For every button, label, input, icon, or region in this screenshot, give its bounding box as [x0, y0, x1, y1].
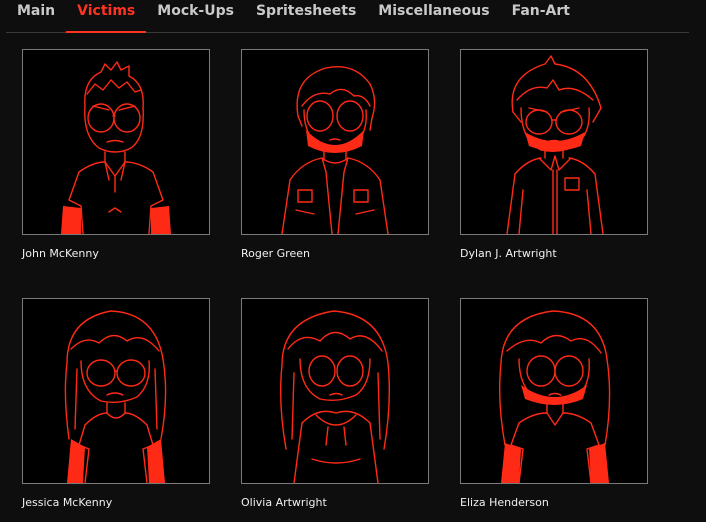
- gallery-card-jessica-mckenny[interactable]: Jessica McKenny: [22, 298, 210, 509]
- character-portrait-eliza-henderson[interactable]: [460, 298, 648, 484]
- character-name: Jessica McKenny: [22, 496, 113, 509]
- gallery-card-dylan-artwright[interactable]: Dylan J. Artwright: [460, 49, 648, 260]
- gallery-card-roger-green[interactable]: Roger Green: [241, 49, 429, 260]
- character-portrait-john-mckenny[interactable]: [22, 49, 210, 235]
- gallery-card-olivia-artwright[interactable]: Olivia Artwright: [241, 298, 429, 509]
- character-portrait-roger-green[interactable]: [241, 49, 429, 235]
- character-name: John McKenny: [22, 247, 99, 260]
- character-name: Roger Green: [241, 247, 310, 260]
- character-portrait-olivia-artwright[interactable]: [241, 298, 429, 484]
- gallery-card-john-mckenny[interactable]: John McKenny: [22, 49, 210, 260]
- character-name: Olivia Artwright: [241, 496, 327, 509]
- character-name: Eliza Henderson: [460, 496, 549, 509]
- victims-gallery: John McKenny Roger Green Dylan J. Artwri…: [0, 0, 706, 522]
- gallery-card-eliza-henderson[interactable]: Eliza Henderson: [460, 298, 648, 509]
- character-name: Dylan J. Artwright: [460, 247, 557, 260]
- character-portrait-jessica-mckenny[interactable]: [22, 298, 210, 484]
- character-portrait-dylan-artwright[interactable]: [460, 49, 648, 235]
